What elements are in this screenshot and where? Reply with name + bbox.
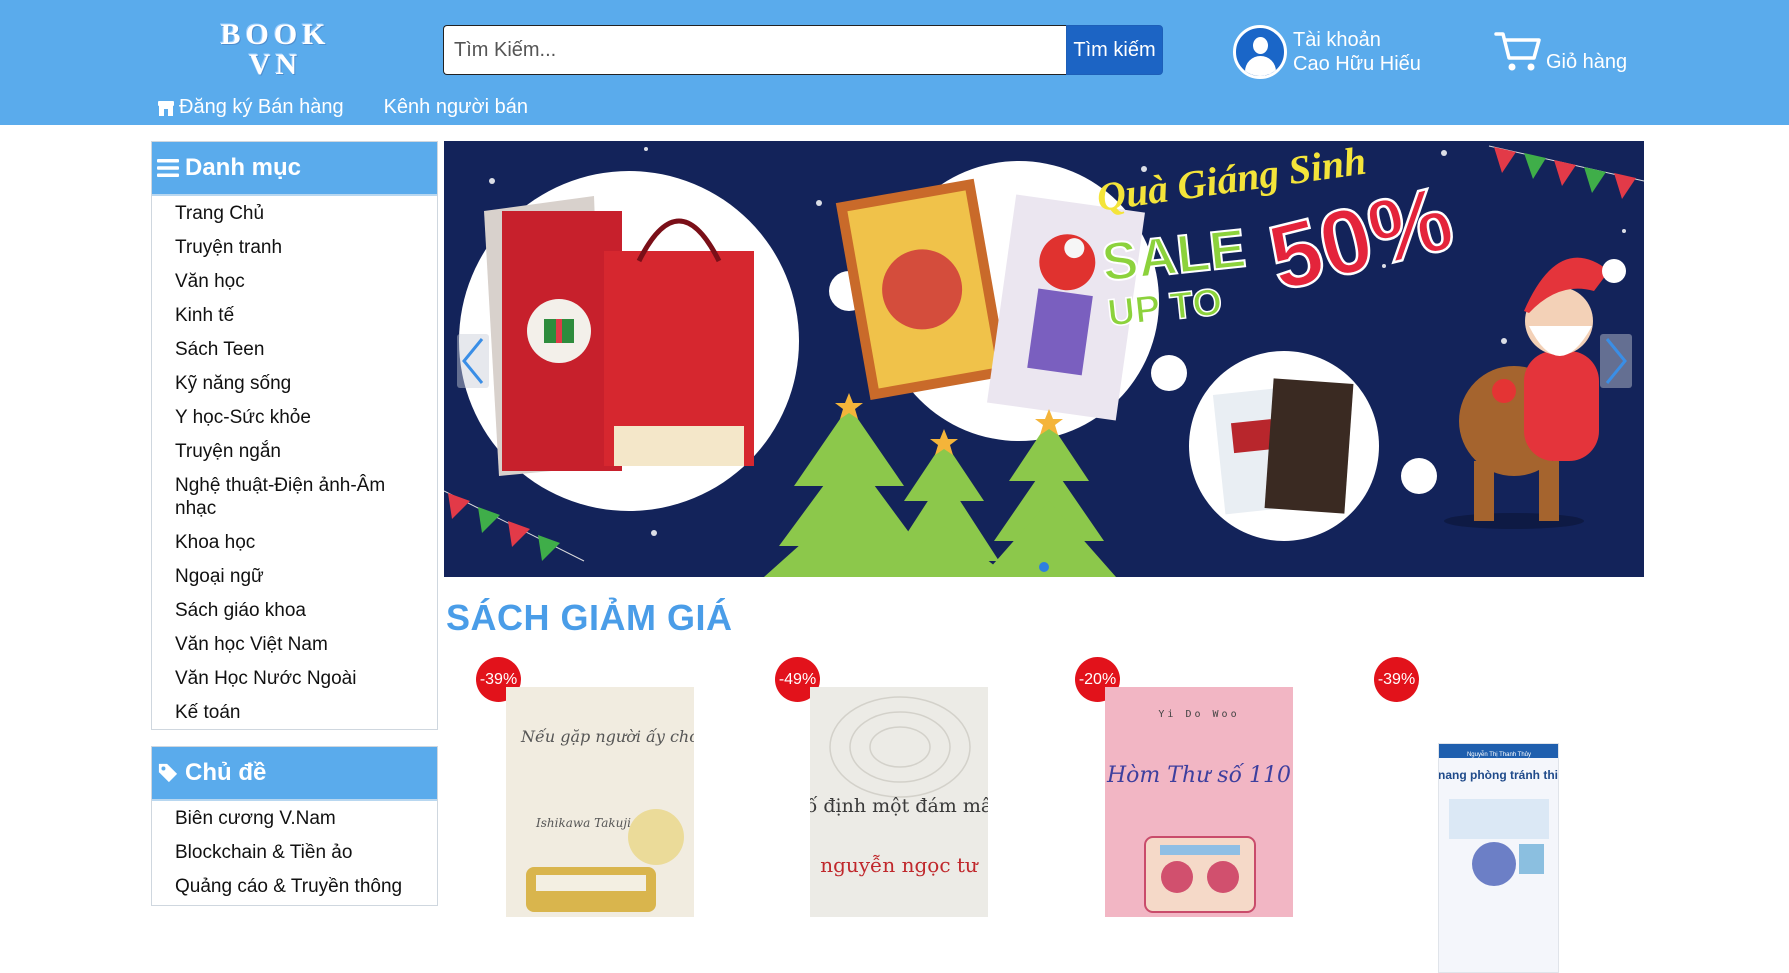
category-item-teen[interactable]: Sách Teen	[175, 338, 437, 361]
book-cover-art: Cẩm nang phòng tránh thiên tai Nguyễn Th…	[1439, 744, 1559, 886]
category-sidebar: Danh mục Trang Chủ Truyện tranh Văn học …	[151, 141, 438, 730]
logo-line-2: VN	[248, 48, 303, 81]
logo-line-1: BOOK	[220, 18, 331, 51]
cart-label: Giỏ hàng	[1546, 51, 1628, 73]
book-cover[interactable]: cố định một đám mây nguyễn ngọc tư	[810, 687, 988, 917]
site-header: BOOK VN Tìm kiếm Tài khoản Cao Hữu Hiếu …	[0, 0, 1789, 125]
category-item-health[interactable]: Y học-Sức khỏe	[175, 406, 437, 429]
book-cover-author: Nguyễn Thị Thanh Thủy	[1467, 751, 1531, 758]
category-item-home[interactable]: Trang Chủ	[175, 202, 437, 225]
category-item-arts[interactable]: Nghệ thuật-Điện ảnh-Âm nhạc	[175, 474, 437, 520]
carousel-next-button[interactable]	[1600, 334, 1632, 388]
category-list: Trang Chủ Truyện tranh Văn học Kinh tế S…	[152, 196, 437, 724]
product-card[interactable]: -39% Nếu gặp người ấy cho tôi gửi lời ch…	[476, 657, 736, 917]
book-cover-art: cố định một đám mây nguyễn ngọc tư	[810, 696, 988, 877]
product-card[interactable]: -39% Cẩm nang phòng tránh thiên tai Nguy…	[1374, 657, 1634, 973]
register-seller-link[interactable]: Đăng ký Bán hàng	[157, 96, 344, 119]
topic-item-advertising[interactable]: Quảng cáo & Truyền thông	[175, 875, 437, 898]
book-cover-art: Nếu gặp người ấy cho tôi gửi lời chào Is…	[520, 727, 694, 912]
promo-banner-carousel[interactable]: Quà Giáng Sinh SALE UP TO 50%	[444, 141, 1644, 577]
book-cover-title: Nếu gặp người ấy cho tôi gửi lời chào	[520, 727, 694, 746]
account-name: Cao Hữu Hiếu	[1293, 53, 1421, 75]
category-item-economics[interactable]: Kinh tế	[175, 304, 437, 327]
menu-icon	[157, 159, 179, 177]
seller-channel-link[interactable]: Kênh người bán	[384, 96, 528, 119]
topic-list: Biên cương V.Nam Blockchain & Tiền ảo Qu…	[152, 801, 437, 898]
book-cover-title: cố định một đám mây	[810, 795, 988, 817]
category-item-short-stories[interactable]: Truyện ngắn	[175, 440, 437, 463]
book-cover[interactable]: Yi Do Woo Hòm Thư số 110	[1105, 687, 1293, 917]
search-button[interactable]: Tìm kiếm	[1066, 25, 1163, 75]
topic-item-border[interactable]: Biên cương V.Nam	[175, 807, 437, 830]
category-item-languages[interactable]: Ngoại ngữ	[175, 565, 437, 588]
carousel-indicator-active[interactable]	[1039, 562, 1049, 572]
book-cover-author: Ishikawa Takuji	[535, 816, 631, 830]
user-icon[interactable]	[1233, 25, 1287, 79]
product-card[interactable]: -49% cố định một đám mây nguyễn ngọc tư	[775, 657, 1035, 917]
chevron-left-icon	[462, 338, 484, 384]
topic-header: Chủ đề	[152, 747, 437, 801]
discount-section-title: SÁCH GIẢM GIÁ	[446, 597, 733, 638]
category-item-accounting[interactable]: Kế toán	[175, 701, 437, 724]
cart-link[interactable]: Giỏ hàng	[1494, 28, 1627, 74]
discount-badge[interactable]: -39%	[1374, 657, 1419, 702]
book-cover[interactable]: Cẩm nang phòng tránh thiên tai Nguyễn Th…	[1438, 743, 1559, 973]
book-cover-author: Yi Do Woo	[1158, 709, 1239, 720]
book-cover-author: nguyễn ngọc tư	[820, 853, 979, 877]
chevron-right-icon	[1605, 338, 1627, 384]
shop-icon	[158, 100, 174, 116]
carousel-prev-button[interactable]	[457, 334, 489, 388]
book-cover-title: Cẩm nang phòng tránh thiên tai	[1439, 768, 1559, 782]
search-input[interactable]	[443, 25, 1066, 75]
topic-title: Chủ đề	[185, 759, 267, 786]
christmas-sale-banner: Quà Giáng Sinh SALE UP TO 50%	[444, 141, 1644, 577]
category-item-foreign-literature[interactable]: Văn Học Nước Ngoài	[175, 667, 437, 690]
site-logo[interactable]: BOOK VN	[183, 20, 368, 82]
book-cover-art: Yi Do Woo Hòm Thư số 110	[1106, 709, 1291, 913]
category-item-science[interactable]: Khoa học	[175, 531, 437, 554]
register-seller-label: Đăng ký Bán hàng	[179, 96, 344, 118]
book-cover-title: Hòm Thư số 110	[1106, 762, 1291, 788]
topic-item-blockchain[interactable]: Blockchain & Tiền ảo	[175, 841, 437, 864]
category-header: Danh mục	[152, 142, 437, 196]
category-item-comics[interactable]: Truyện tranh	[175, 236, 437, 259]
topic-sidebar: Chủ đề Biên cương V.Nam Blockchain & Tiề…	[151, 746, 438, 906]
book-cover[interactable]: Nếu gặp người ấy cho tôi gửi lời chào Is…	[506, 687, 694, 917]
category-title: Danh mục	[185, 154, 302, 181]
category-item-textbooks[interactable]: Sách giáo khoa	[175, 599, 437, 622]
account-label: Tài khoản	[1293, 29, 1381, 51]
cart-icon[interactable]	[1494, 28, 1542, 74]
account-text[interactable]: Tài khoản Cao Hữu Hiếu	[1293, 28, 1421, 76]
sub-navigation: Đăng ký Bán hàng Kênh người bán	[157, 96, 568, 119]
category-item-literature[interactable]: Văn học	[175, 270, 437, 293]
category-item-life-skills[interactable]: Kỹ năng sống	[175, 372, 437, 395]
product-card[interactable]: -20% Yi Do Woo Hòm Thư số 110	[1075, 657, 1335, 917]
account-menu[interactable]: Tài khoản Cao Hữu Hiếu	[1233, 25, 1421, 79]
seller-channel-label: Kênh người bán	[383, 96, 528, 118]
search-bar: Tìm kiếm	[443, 25, 1163, 75]
tag-icon	[158, 763, 178, 783]
category-item-vn-literature[interactable]: Văn học Việt Nam	[175, 633, 437, 656]
